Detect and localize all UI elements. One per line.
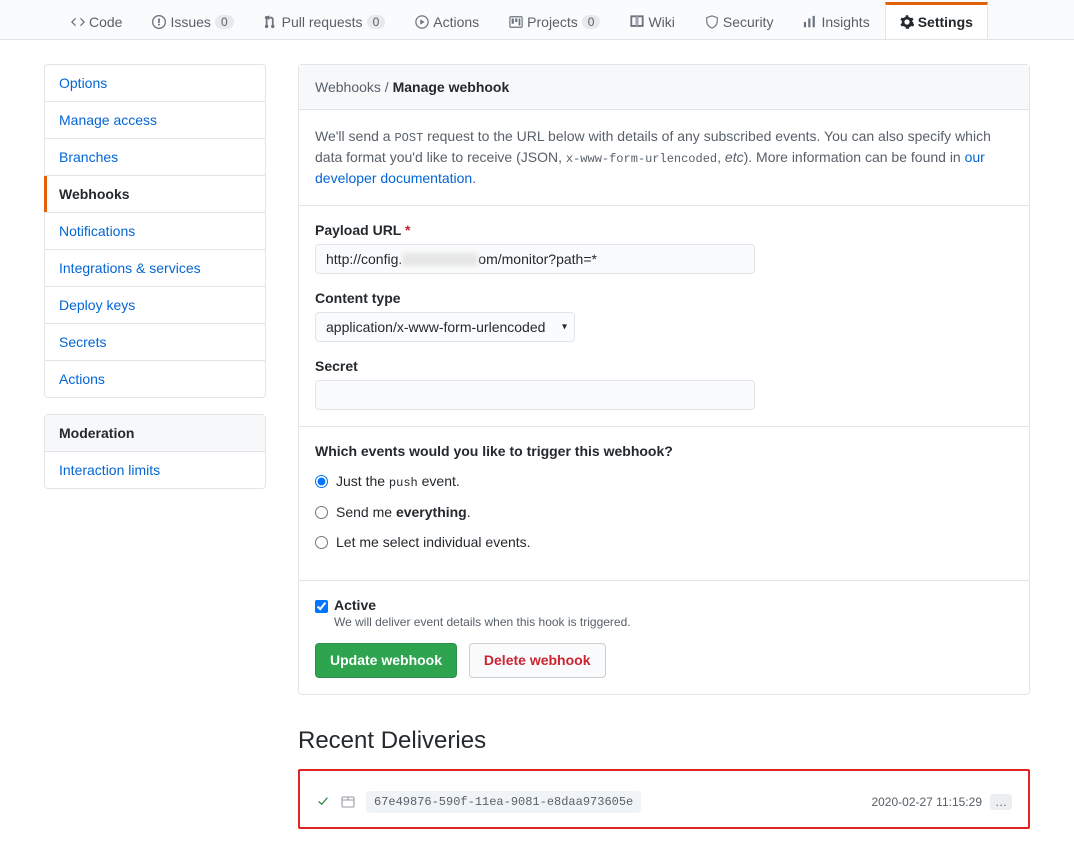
- secret-label: Secret: [315, 358, 1013, 374]
- tab-settings-label: Settings: [918, 14, 973, 30]
- radio-push[interactable]: Just the push event.: [315, 473, 1013, 490]
- git-pull-icon: [264, 15, 278, 29]
- redacted-host: [402, 253, 478, 266]
- tab-issues[interactable]: Issues 0: [137, 2, 248, 39]
- package-icon: [340, 794, 356, 810]
- tab-code-label: Code: [89, 14, 122, 30]
- events-question: Which events would you like to trigger t…: [315, 443, 1013, 459]
- required-mark: *: [405, 222, 410, 238]
- projects-count: 0: [582, 15, 601, 29]
- tab-issues-label: Issues: [170, 14, 210, 30]
- main-content: Webhooks / Manage webhook We'll send a P…: [298, 64, 1030, 829]
- sidebar-item-manage-access[interactable]: Manage access: [45, 102, 265, 139]
- issues-count: 0: [215, 15, 234, 29]
- sidebar-item-actions[interactable]: Actions: [45, 361, 265, 397]
- delivery-time: 2020-02-27 11:15:29: [871, 795, 982, 809]
- sidebar-item-webhooks[interactable]: Webhooks: [45, 176, 265, 213]
- radio-everything[interactable]: Send me everything.: [315, 504, 1013, 520]
- active-label: Active: [334, 597, 631, 613]
- settings-menu: Options Manage access Branches Webhooks …: [44, 64, 266, 398]
- payload-url-input[interactable]: http://config.om/monitor?path=*: [315, 244, 755, 274]
- repo-nav: Code Issues 0 Pull requests 0 Actions Pr…: [0, 0, 1074, 40]
- tab-code[interactable]: Code: [56, 2, 137, 39]
- delete-webhook-button[interactable]: Delete webhook: [469, 643, 606, 678]
- radio-everything-input[interactable]: [315, 506, 328, 519]
- project-icon: [509, 15, 523, 29]
- tab-actions-label: Actions: [433, 14, 479, 30]
- breadcrumb: Webhooks / Manage webhook: [299, 65, 1029, 110]
- sidebar-item-integrations[interactable]: Integrations & services: [45, 250, 265, 287]
- payload-url-label: Payload URL *: [315, 222, 1013, 238]
- book-icon: [630, 15, 644, 29]
- tab-wiki[interactable]: Wiki: [615, 2, 689, 39]
- sidebar-item-secrets[interactable]: Secrets: [45, 324, 265, 361]
- update-webhook-button[interactable]: Update webhook: [315, 643, 457, 678]
- recent-deliveries-heading: Recent Deliveries: [298, 727, 1030, 755]
- radio-push-input[interactable]: [315, 475, 328, 488]
- sidebar-item-notifications[interactable]: Notifications: [45, 213, 265, 250]
- tab-settings[interactable]: Settings: [885, 2, 988, 39]
- sidebar-item-branches[interactable]: Branches: [45, 139, 265, 176]
- sidebar-item-options[interactable]: Options: [45, 65, 265, 102]
- radio-individual[interactable]: Let me select individual events.: [315, 534, 1013, 550]
- shield-icon: [705, 15, 719, 29]
- moderation-heading: Moderation: [45, 415, 265, 452]
- tab-security-label: Security: [723, 14, 774, 30]
- tab-insights[interactable]: Insights: [788, 2, 884, 39]
- delivery-list: 67e49876-590f-11ea-9081-e8daa973605e 202…: [298, 769, 1030, 829]
- gear-icon: [900, 15, 914, 29]
- graph-icon: [803, 15, 817, 29]
- sidebar-item-deploy-keys[interactable]: Deploy keys: [45, 287, 265, 324]
- secret-input[interactable]: [315, 380, 755, 410]
- active-checkbox[interactable]: [315, 600, 328, 613]
- moderation-menu: Moderation Interaction limits: [44, 414, 266, 489]
- play-icon: [415, 15, 429, 29]
- recent-deliveries: Recent Deliveries 67e49876-590f-11ea-908…: [298, 727, 1030, 829]
- breadcrumb-leaf: Manage webhook: [393, 79, 510, 95]
- settings-sidebar: Options Manage access Branches Webhooks …: [44, 64, 266, 829]
- tab-actions[interactable]: Actions: [400, 2, 494, 39]
- tab-projects-label: Projects: [527, 14, 578, 30]
- content-type-select[interactable]: application/x-www-form-urlencoded: [315, 312, 575, 342]
- intro-text: We'll send a POST request to the URL bel…: [315, 126, 1013, 189]
- tab-security[interactable]: Security: [690, 2, 789, 39]
- radio-individual-input[interactable]: [315, 536, 328, 549]
- delivery-expand-button[interactable]: …: [990, 794, 1012, 810]
- webhook-panel: Webhooks / Manage webhook We'll send a P…: [298, 64, 1030, 695]
- delivery-row[interactable]: 67e49876-590f-11ea-9081-e8daa973605e 202…: [316, 783, 1012, 821]
- pulls-count: 0: [367, 15, 386, 29]
- tab-pulls[interactable]: Pull requests 0: [249, 2, 401, 39]
- tab-wiki-label: Wiki: [648, 14, 674, 30]
- breadcrumb-root: Webhooks: [315, 79, 381, 95]
- sidebar-item-interaction-limits[interactable]: Interaction limits: [45, 452, 265, 488]
- tab-pulls-label: Pull requests: [282, 14, 363, 30]
- breadcrumb-sep: /: [381, 79, 393, 95]
- active-note: We will deliver event details when this …: [334, 615, 631, 629]
- content-type-label: Content type: [315, 290, 1013, 306]
- tab-insights-label: Insights: [821, 14, 869, 30]
- tab-projects[interactable]: Projects 0: [494, 2, 615, 39]
- check-icon: [316, 795, 330, 809]
- issue-icon: [152, 15, 166, 29]
- delivery-id: 67e49876-590f-11ea-9081-e8daa973605e: [366, 791, 641, 813]
- code-icon: [71, 15, 85, 29]
